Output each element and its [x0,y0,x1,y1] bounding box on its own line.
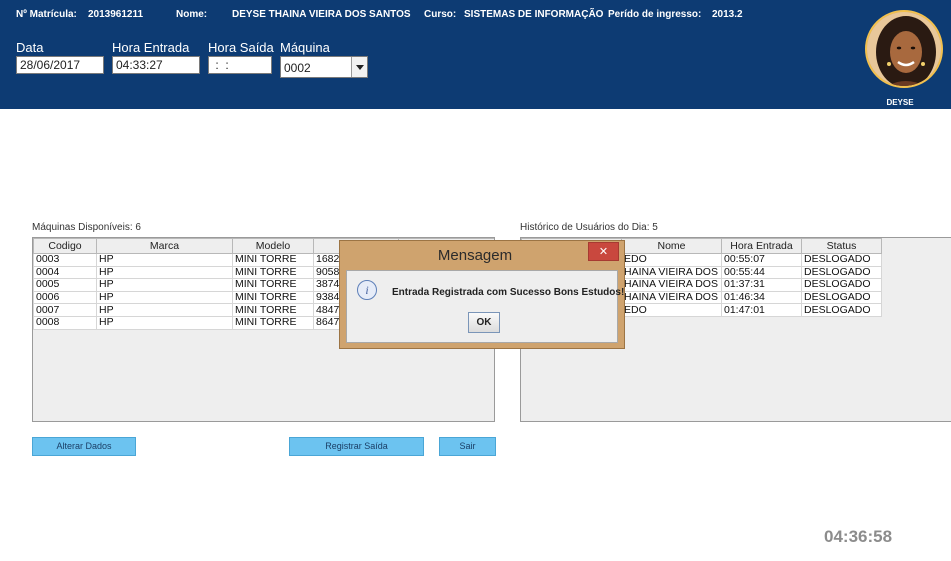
table-cell[interactable]: 01:46:34 [721,290,802,305]
nome-value: DEYSE THAINA VIEIRA DOS SANTOS [232,9,411,20]
table-cell[interactable]: DESLOGADO [801,265,882,280]
table-cell[interactable]: DESLOGADO [801,290,882,305]
table-cell[interactable]: 01:47:01 [721,303,802,317]
message-dialog: Mensagem ✕ i Entrada Registrada com Suce… [339,240,625,349]
avatar [865,10,943,88]
table-cell[interactable]: EDO [621,253,722,267]
hora-saida-label: Hora Saída [208,40,274,55]
nome-label: Nome: [176,9,208,20]
table-cell[interactable]: 0004 [33,265,97,280]
table-cell[interactable]: MINI TORRE [232,303,314,317]
table-cell[interactable]: 01:37:31 [721,278,802,292]
dialog-title[interactable]: Mensagem [340,241,624,269]
table-cell[interactable]: HP [96,253,233,267]
table-cell[interactable]: MINI TORRE [232,315,314,330]
table-cell[interactable]: DESLOGADO [801,253,882,267]
maquina-label: Máquina [280,40,330,55]
table-cell[interactable]: 0007 [33,303,97,317]
table-cell[interactable]: EDO [621,303,722,317]
table-cell[interactable]: HP [96,290,233,305]
table-cell[interactable]: DESLOGADO [801,303,882,317]
matricula-label: Nº Matrícula: [16,9,77,20]
table-cell[interactable]: 0003 [33,253,97,267]
data-field[interactable]: 28/06/2017 [16,56,104,74]
sair-button[interactable]: Sair [439,437,496,456]
table-cell[interactable]: DESLOGADO [801,278,882,292]
avatar-name: DEYSE [886,98,914,107]
ok-button[interactable]: OK [468,312,500,333]
matricula-value: 2013961211 [88,9,144,20]
history-title: Histórico de Usuários do Dia: 5 [520,222,658,233]
alterar-dados-button[interactable]: Alterar Dados [32,437,136,456]
avatar-portrait-icon [867,12,941,86]
table-cell[interactable]: HAINA VIEIRA DOS ... [621,290,722,305]
table-cell[interactable]: HP [96,315,233,330]
maquina-select[interactable]: 0002 [280,56,368,78]
column-header-marca[interactable]: Marca [96,238,233,254]
column-header-nome[interactable]: Nome [621,238,722,254]
curso-label: Curso: [424,9,457,20]
column-header-status[interactable]: Status [801,238,882,254]
chevron-down-icon[interactable] [351,57,367,77]
table-cell[interactable]: HP [96,278,233,292]
hora-saida-field[interactable]: : : [208,56,272,74]
table-cell[interactable]: HAINA VIEIRA DOS ... [621,265,722,280]
table-cell[interactable]: 00:55:07 [721,253,802,267]
clock: 04:36:58 [824,527,893,546]
table-cell[interactable]: HP [96,265,233,280]
app-window: Nº Matrícula: 2013961211 Nome: DEYSE THA… [0,0,951,561]
maquina-selected-value: 0002 [284,61,311,75]
machines-title: Máquinas Disponíveis: 6 [32,222,141,233]
table-cell[interactable]: MINI TORRE [232,265,314,280]
info-icon: i [357,280,377,300]
periodo-value: 2013.2 [712,9,743,20]
table-cell[interactable]: MINI TORRE [232,290,314,305]
close-button[interactable]: ✕ [588,242,619,261]
student-header: Nº Matrícula: 2013961211 Nome: DEYSE THA… [0,0,951,109]
hora-entrada-field[interactable]: 04:33:27 [112,56,200,74]
curso-value: SISTEMAS DE INFORMAÇÃO [464,9,604,20]
table-cell[interactable]: HP [96,303,233,317]
table-cell[interactable]: MINI TORRE [232,278,314,292]
periodo-label: Perído de ingresso: [608,9,702,20]
table-cell[interactable]: HAINA VIEIRA DOS ... [621,278,722,292]
column-header-hora-entrada[interactable]: Hora Entrada [721,238,802,254]
column-header-modelo[interactable]: Modelo [232,238,314,254]
dialog-message: Entrada Registrada com Sucesso Bons Estu… [392,287,625,298]
hora-entrada-label: Hora Entrada [112,40,190,55]
registrar-saida-button[interactable]: Registrar Saída [289,437,424,456]
table-cell[interactable]: 00:55:44 [721,265,802,280]
table-cell[interactable]: MINI TORRE [232,253,314,267]
table-cell[interactable]: 0005 [33,278,97,292]
table-cell[interactable]: 0008 [33,315,97,330]
column-header-codigo[interactable]: Codigo [33,238,97,254]
dialog-body: i Entrada Registrada com Sucesso Bons Es… [346,270,624,343]
data-label: Data [16,40,44,55]
table-cell[interactable]: 0006 [33,290,97,305]
